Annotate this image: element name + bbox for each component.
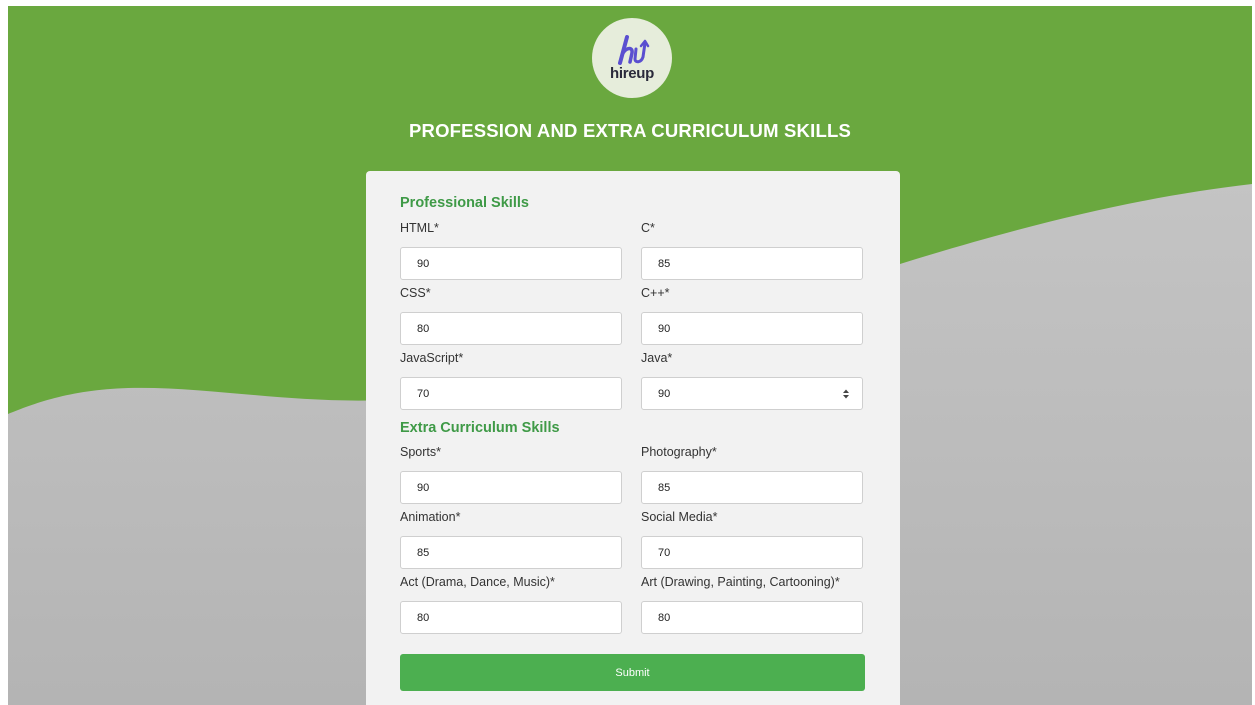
social-media-input[interactable]: 70: [641, 536, 863, 569]
javascript-input[interactable]: 70: [400, 377, 622, 410]
professional-skills-heading: Professional Skills: [400, 195, 529, 211]
photography-label: Photography*: [641, 445, 717, 459]
skills-form-card: Professional Skills HTML* C* 90 85 CSS* …: [366, 171, 900, 705]
html-input[interactable]: 90: [400, 247, 622, 280]
html-input-value: 90: [417, 257, 430, 270]
hireup-logo-icon: [618, 34, 650, 65]
art-input-value: 80: [658, 611, 671, 624]
javascript-label: JavaScript*: [400, 351, 464, 365]
sports-input-value: 90: [417, 481, 430, 494]
c-label: C*: [641, 221, 655, 235]
art-label: Art (Drawing, Painting, Cartooning)*: [641, 575, 840, 589]
social-media-input-value: 70: [658, 546, 671, 559]
act-input[interactable]: 80: [400, 601, 622, 634]
act-input-value: 80: [417, 611, 430, 624]
sports-label: Sports*: [400, 445, 441, 459]
java-input[interactable]: 90: [641, 377, 863, 410]
cpp-input[interactable]: 90: [641, 312, 863, 345]
cpp-input-value: 90: [658, 322, 671, 335]
animation-input[interactable]: 85: [400, 536, 622, 569]
photography-input-value: 85: [658, 481, 671, 494]
art-input[interactable]: 80: [641, 601, 863, 634]
css-label: CSS*: [400, 286, 431, 300]
photography-input[interactable]: 85: [641, 471, 863, 504]
number-spinner-icon[interactable]: [842, 388, 850, 400]
java-label: Java*: [641, 351, 673, 365]
animation-label: Animation*: [400, 510, 461, 524]
extra-curriculum-heading: Extra Curriculum Skills: [400, 420, 560, 436]
cpp-label: C++*: [641, 286, 670, 300]
act-label: Act (Drama, Dance, Music)*: [400, 575, 555, 589]
html-label: HTML*: [400, 221, 439, 235]
hireup-logo: hireup: [592, 18, 672, 98]
page-title: PROFESSION AND EXTRA CURRICULUM SKILLS: [408, 120, 852, 141]
c-input[interactable]: 85: [641, 247, 863, 280]
page-frame: hireup PROFESSION AND EXTRA CURRICULUM S…: [8, 6, 1252, 705]
css-input-value: 80: [417, 322, 430, 335]
java-input-value: 90: [658, 387, 671, 400]
javascript-input-value: 70: [417, 387, 430, 400]
animation-input-value: 85: [417, 546, 430, 559]
c-input-value: 85: [658, 257, 671, 270]
submit-button[interactable]: Submit: [400, 654, 865, 691]
css-input[interactable]: 80: [400, 312, 622, 345]
social-media-label: Social Media*: [641, 510, 718, 524]
logo-text: hireup: [609, 64, 655, 82]
sports-input[interactable]: 90: [400, 471, 622, 504]
